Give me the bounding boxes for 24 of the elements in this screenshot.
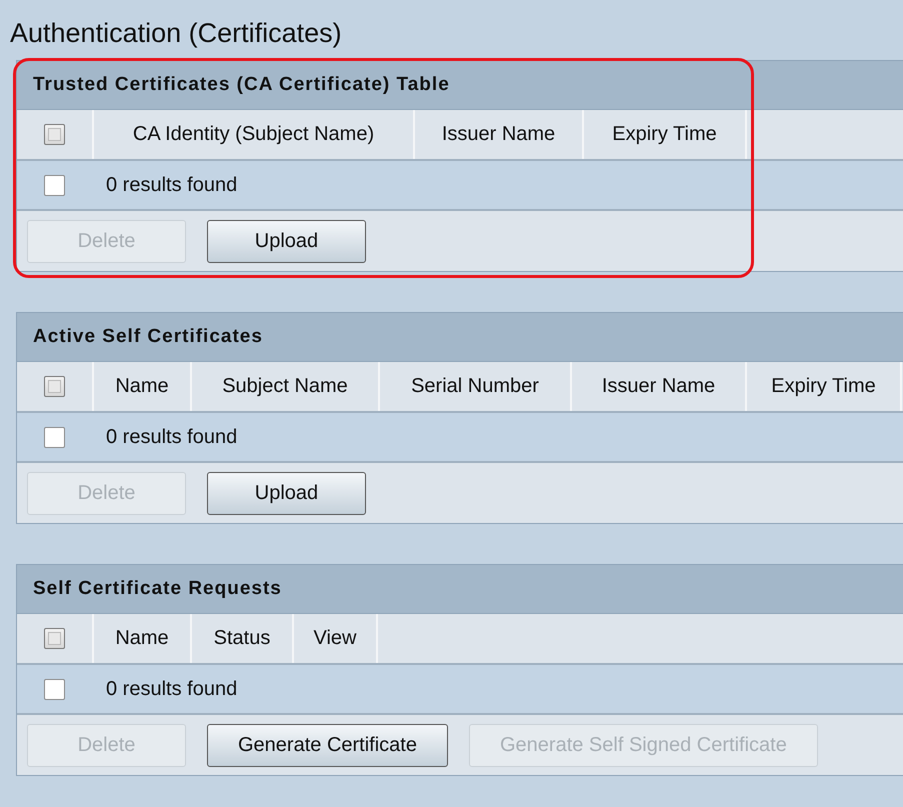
column-header: Subject Name bbox=[192, 362, 380, 411]
empty-message: 0 results found bbox=[106, 174, 238, 196]
empty-message: 0 results found bbox=[106, 678, 238, 700]
action-button[interactable]: Upload bbox=[207, 472, 366, 514]
section-title: Active Self Certificates bbox=[33, 326, 263, 348]
row-checkbox[interactable] bbox=[44, 426, 65, 448]
column-header: View bbox=[294, 614, 378, 663]
column-header: Status bbox=[192, 614, 294, 663]
column-header: Expiry Time bbox=[747, 362, 902, 411]
row-checkbox[interactable] bbox=[44, 678, 65, 700]
column-header: Name bbox=[94, 362, 192, 411]
column-header: Issuer Name bbox=[572, 362, 747, 411]
section-title: Self Certificate Requests bbox=[33, 578, 282, 600]
empty-message: 0 results found bbox=[106, 426, 238, 448]
action-button[interactable]: Upload bbox=[207, 220, 366, 262]
column-header: Issuer Name bbox=[415, 110, 584, 159]
action-button[interactable]: Generate Certificate bbox=[207, 724, 448, 766]
page-title: Authentication (Certificates) bbox=[10, 18, 342, 49]
column-header: Expiry Time bbox=[584, 110, 747, 159]
row-checkbox[interactable] bbox=[44, 174, 65, 196]
section-title: Trusted Certificates (CA Certificate) Table bbox=[33, 74, 450, 96]
column-header: Name bbox=[94, 614, 192, 663]
column-header: Serial Number bbox=[380, 362, 572, 411]
column-header: CA Identity (Subject Name) bbox=[94, 110, 415, 159]
